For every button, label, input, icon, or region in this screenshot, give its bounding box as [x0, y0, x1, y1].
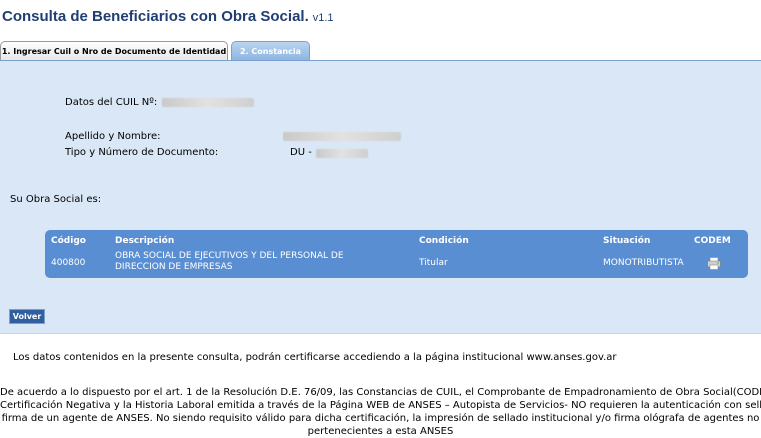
cell-descripcion-line-1: OBRA SOCIAL DE EJECUTIVOS Y DEL PERSONAL…	[115, 251, 344, 261]
page-title-text: Consulta de Beneficiarios con Obra Socia…	[2, 8, 309, 25]
cuil-label: Datos del CUIL Nº:	[65, 97, 158, 108]
legal-line-2: Certificación Negativa y la Historia Lab…	[0, 400, 761, 411]
tab-constancia[interactable]: 2. Constancia	[231, 41, 310, 60]
info-text: Los datos contenidos en la presente cons…	[13, 352, 617, 363]
content-panel: Datos del CUIL Nº: Apellido y Nombre: Ti…	[0, 61, 761, 334]
header-codigo: Código	[51, 236, 86, 246]
header-descripcion: Descripción	[115, 236, 175, 246]
name-redacted	[283, 132, 401, 141]
tab-ingresar-cuil[interactable]: 1. Ingresar Cuil o Nro de Documento de I…	[0, 41, 228, 60]
document-type: DU -	[290, 147, 312, 158]
cell-codigo: 400800	[51, 258, 86, 268]
printer-icon[interactable]	[707, 257, 721, 270]
header-codem: CODEM	[694, 236, 731, 246]
document-redacted	[316, 149, 368, 158]
legal-line-1: De acuerdo a lo dispuesto por el art. 1 …	[0, 387, 761, 398]
cell-situacion: MONOTRIBUTISTA	[603, 258, 684, 268]
cell-descripcion-line-2: DIRECCION DE EMPRESAS	[115, 262, 233, 272]
obra-social-table: Código Descripción Condición Situación C…	[45, 230, 748, 278]
obra-social-label: Su Obra Social es:	[10, 194, 102, 205]
header-condicion: Condición	[419, 236, 469, 246]
version-label: v1.1	[312, 12, 334, 24]
name-label: Apellido y Nombre:	[65, 131, 161, 142]
legal-text: De acuerdo a lo dispuesto por el art. 1 …	[0, 386, 761, 438]
cell-condicion: Titular	[419, 258, 448, 268]
document-label: Tipo y Número de Documento:	[65, 147, 219, 158]
legal-line-3: firma de un agente de ANSES. No siendo r…	[1, 413, 760, 424]
page-title: Consulta de Beneficiarios con Obra Socia…	[2, 8, 334, 25]
volver-button[interactable]: Volver	[9, 309, 45, 324]
legal-line-4: pertenecientes a esta ANSES	[307, 426, 454, 437]
header-situacion: Situación	[603, 236, 651, 246]
cuil-redacted	[162, 98, 254, 107]
